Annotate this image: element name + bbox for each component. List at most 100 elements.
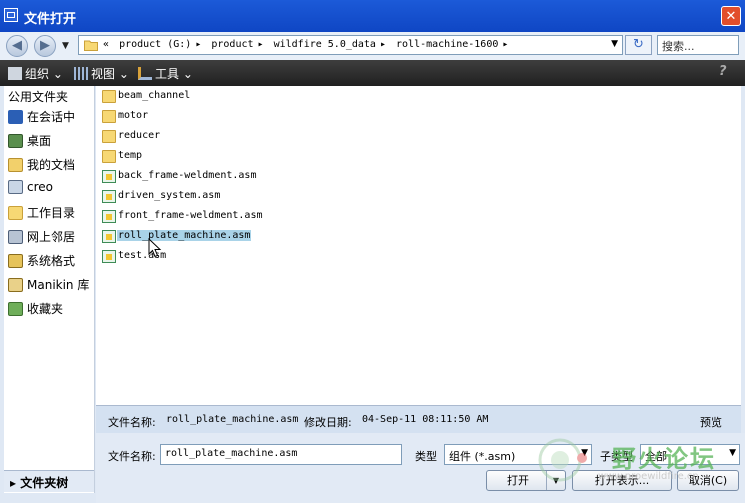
search-input[interactable]: 搜索... <box>657 35 739 55</box>
details-name-value: roll_plate_machine.asm <box>166 414 299 425</box>
file-name: back_frame-weldment.asm <box>118 170 257 181</box>
folder-icon <box>84 40 98 51</box>
open-button[interactable]: 打开 ▼ <box>486 470 566 491</box>
forward-button[interactable]: ▶ <box>34 35 56 57</box>
assembly-file-icon <box>102 210 116 223</box>
file-name: driven_system.asm <box>118 190 221 201</box>
details-name-label: 文件名称: <box>108 416 156 429</box>
folder-icon <box>102 90 116 103</box>
sidebar-item-label: 我的文档 <box>27 158 76 172</box>
sidebar-item-system-format[interactable]: 系统格式 <box>8 252 75 269</box>
folder-icon <box>102 130 116 143</box>
sidebar-item-creo[interactable]: creo <box>8 180 53 194</box>
type-value: 组件 (*.asm) <box>449 450 516 463</box>
type-label: 类型 <box>415 450 437 463</box>
breadcrumb-separator-icon: ▸ <box>257 39 264 50</box>
sidebar-item-label: Manikin 库 <box>27 278 90 292</box>
sidebar-item-label: 收藏夹 <box>27 302 64 316</box>
organize-menu[interactable]: 组织 ⌄ <box>8 65 63 82</box>
open-dropdown-icon[interactable]: ▼ <box>546 471 565 490</box>
view-menu[interactable]: 视图 ⌄ <box>74 65 129 82</box>
sidebar-item-manikin-library[interactable]: Manikin 库 <box>8 276 89 293</box>
command-toolbar: 组织 ⌄ 视图 ⌄ 工具 ⌄ ? <box>0 60 745 86</box>
close-button[interactable]: ✕ <box>721 6 741 26</box>
sidebar-item-favorites[interactable]: 收藏夹 <box>8 300 63 317</box>
assembly-file-icon <box>102 190 116 203</box>
chevron-down-icon: ⌄ <box>182 67 193 81</box>
expand-triangle-icon: ▸ <box>10 476 17 490</box>
breadcrumb-current[interactable]: roll-machine-1600 <box>396 39 498 50</box>
file-name: beam_channel <box>118 90 191 101</box>
chevron-down-icon: ▼ <box>729 448 736 458</box>
history-dropdown-icon[interactable]: ▼ <box>62 41 69 51</box>
breadcrumb-separator-icon: ▸ <box>379 39 386 50</box>
address-bar[interactable]: « product (G:) ▸ product ▸ wildfire 5.0_da… <box>78 35 623 55</box>
breadcrumb: « product (G:) ▸ product ▸ wildfire 5.0_da… <box>103 39 512 50</box>
desktop-icon <box>8 134 23 148</box>
details-date-value: 04-Sep-11 08:11:50 AM <box>362 414 489 425</box>
breadcrumb-product[interactable]: product <box>211 39 253 50</box>
file-list: beam_channel motor reducer temp back_fra… <box>96 86 741 405</box>
help-icon[interactable]: ? <box>719 64 735 80</box>
filename-label: 文件名称: <box>108 450 156 463</box>
forward-arrow-icon: ▶ <box>40 38 50 53</box>
filename-input[interactable]: roll_plate_machine.asm <box>160 444 402 465</box>
view-label: 视图 <box>91 67 116 81</box>
favorites-icon <box>8 302 23 316</box>
file-name: roll_plate_machine.asm <box>117 230 252 241</box>
folder-icon <box>102 150 116 163</box>
sidebar-item-working-directory[interactable]: 工作目录 <box>8 204 75 221</box>
preview-toggle[interactable]: 预览 <box>700 414 722 430</box>
chevron-down-icon: ⌄ <box>118 67 129 81</box>
back-arrow-icon: ◀ <box>12 38 22 53</box>
sidebar-item-network[interactable]: 网上邻居 <box>8 228 75 245</box>
organize-label: 组织 <box>25 67 50 81</box>
tools-icon <box>138 67 152 80</box>
sidebar-item-label: 工作目录 <box>27 206 76 220</box>
organize-icon <box>8 67 22 80</box>
mouse-cursor-icon <box>148 238 162 258</box>
watermark-url: www.proewildfire.cn <box>598 471 699 482</box>
folder-tree-label: 文件夹树 <box>20 476 69 490</box>
sidebar-item-label: 系统格式 <box>27 254 76 268</box>
chevron-down-icon: ⌄ <box>52 67 63 81</box>
file-open-dialog: 文件打开 ✕ ◀ ▶ ▼ « product (G:) ▸ product ▸ wi… <box>0 0 745 503</box>
window-title: 文件打开 <box>24 12 77 27</box>
watermark-text: 野火论坛 <box>612 445 716 473</box>
window-icon <box>4 8 18 22</box>
breadcrumb-data[interactable]: wildfire 5.0_data <box>274 39 376 50</box>
sidebar-item-session[interactable]: 在会话中 <box>8 108 75 125</box>
file-name: temp <box>118 150 143 161</box>
folder-icon <box>102 110 116 123</box>
details-pane: 文件名称: roll_plate_machine.asm 修改日期: 04-Se… <box>96 405 741 434</box>
type-select[interactable]: 组件 (*.asm) ▼ <box>444 444 592 465</box>
file-name: front_frame-weldment.asm <box>118 210 263 221</box>
address-dropdown-icon[interactable]: ▼ <box>611 39 618 49</box>
refresh-button[interactable]: ↻ <box>625 35 652 55</box>
sidebar-item-desktop[interactable]: 桌面 <box>8 132 51 149</box>
breadcrumb-drive[interactable]: product (G:) <box>119 39 191 50</box>
sidebar-item-documents[interactable]: 我的文档 <box>8 156 75 173</box>
assembly-file-icon <box>102 230 116 243</box>
sidebar-item-label: 桌面 <box>27 134 52 148</box>
file-name: reducer <box>118 130 161 141</box>
close-icon: ✕ <box>725 9 737 24</box>
tools-label: 工具 <box>155 67 180 81</box>
working-directory-icon <box>8 206 23 220</box>
breadcrumb-separator-icon: ▸ <box>502 39 509 50</box>
sidebar-item-label: 网上邻居 <box>27 230 76 244</box>
assembly-file-icon <box>102 170 116 183</box>
open-label: 打开 <box>507 474 529 487</box>
breadcrumb-separator-icon: ▸ <box>195 39 202 50</box>
chevron-down-icon: ▼ <box>581 448 588 458</box>
network-icon <box>8 230 23 244</box>
folder-tree-toggle[interactable]: ▸ 文件夹树 <box>4 470 94 492</box>
title-bar: 文件打开 ✕ <box>0 0 745 32</box>
sidebar: 公用文件夹 在会话中 桌面 我的文档 creo 工作目录 网上邻居 系统格式 M… <box>4 86 95 493</box>
back-button[interactable]: ◀ <box>6 35 28 57</box>
manikin-library-icon <box>8 278 23 292</box>
tools-menu[interactable]: 工具 ⌄ <box>138 65 193 82</box>
sidebar-item-label: 在会话中 <box>27 110 76 124</box>
breadcrumb-prefix[interactable]: « <box>103 39 109 50</box>
sidebar-header: 公用文件夹 <box>8 90 69 104</box>
